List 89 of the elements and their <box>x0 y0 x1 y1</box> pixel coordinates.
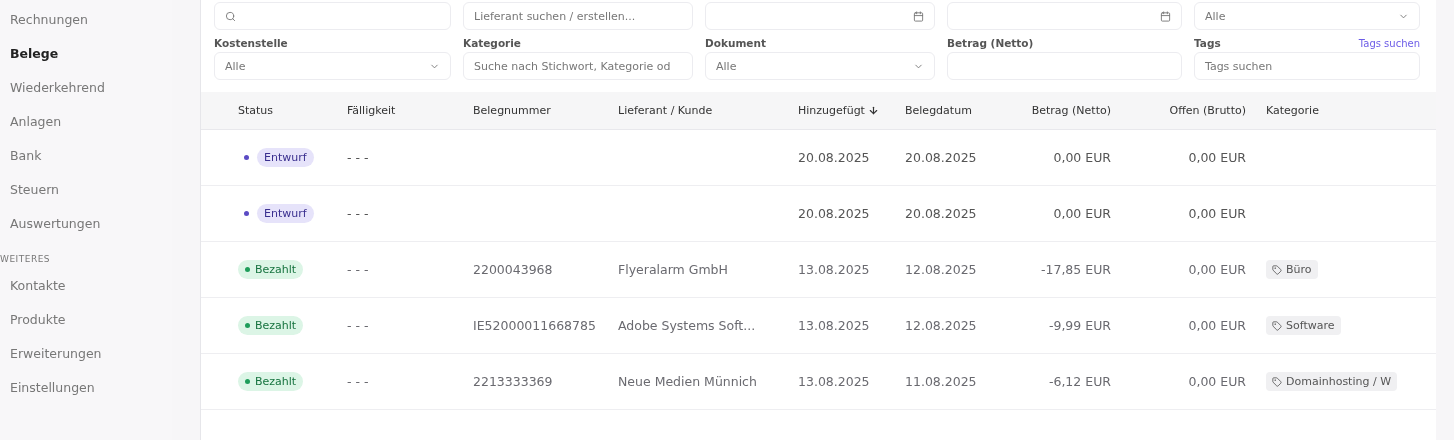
table-cell-text: 20.08.2025 <box>905 206 978 221</box>
sidebar-item[interactable]: Kontakte <box>0 268 172 302</box>
column-header[interactable]: Belegnummer <box>473 104 618 117</box>
table-cell-text: 0,00 EUR <box>1187 150 1246 165</box>
field-label: Kostenstelle <box>214 37 288 49</box>
tags-link[interactable]: Tags suchen <box>1358 37 1420 49</box>
table-cell-text: 20.08.2025 <box>798 150 871 165</box>
select-field[interactable]: Alle <box>705 52 935 80</box>
column-header[interactable]: Hinzugefügt <box>798 104 905 117</box>
table-cell-text: Flyeralarm GmbH <box>618 262 729 277</box>
table-cell-text: -6,12 EUR <box>1047 374 1111 389</box>
table-cell-text: 0,00 EUR <box>1187 374 1246 389</box>
column-header[interactable]: Fälligkeit <box>347 104 473 117</box>
table-row[interactable]: Bezahlt - - - IE52000011668785 Adobe Systems Soft... 13.08.2025 12.08.2025 -9,99 EUR 0,00 EUR Software <box>201 298 1436 354</box>
date-field[interactable] <box>947 2 1182 30</box>
table-cell-text: 12.08.2025 <box>905 318 978 333</box>
column-header[interactable]: Status <box>238 104 347 117</box>
search-icon <box>225 10 236 22</box>
tags-field[interactable]: Tags suchen <box>1194 52 1420 80</box>
sidebar-section-label: WEITERES <box>0 253 52 266</box>
sidebar-item[interactable]: Erweiterungen <box>0 336 172 370</box>
table-cell-text: 20.08.2025 <box>905 150 978 165</box>
table-cell-text: 2213333369 <box>473 374 554 389</box>
status-badge: Bezahlt <box>238 260 304 279</box>
table-cell-text: 0,00 EUR <box>1052 206 1111 221</box>
table-cell-text: - - - <box>347 150 370 165</box>
column-header[interactable]: Lieferant / Kunde <box>618 104 798 117</box>
sidebar-item[interactable]: Belege <box>0 36 172 70</box>
table-cell-text: - - - <box>347 374 370 389</box>
column-header[interactable]: Offen (Brutto) <box>1111 104 1246 117</box>
sidebar-item[interactable]: Anlagen <box>0 104 172 138</box>
field-label: Kategorie <box>463 37 521 49</box>
table-cell-text: - - - <box>347 206 370 221</box>
table-cell-text: 0,00 EUR <box>1052 150 1111 165</box>
status-badge: Entwurf <box>257 204 314 223</box>
calendar-icon <box>1160 10 1171 22</box>
table-cell-text: 20.08.2025 <box>798 206 871 221</box>
column-header[interactable]: Betrag (Netto) <box>1021 104 1111 117</box>
sidebar-item[interactable]: Rechnungen <box>0 2 172 36</box>
table-cell-text: 13.08.2025 <box>798 318 871 333</box>
calendar-icon <box>913 10 924 22</box>
table-cell-text: 13.08.2025 <box>798 374 871 389</box>
table-cell-text: 0,00 EUR <box>1187 262 1246 277</box>
tag-icon <box>1272 376 1282 387</box>
select-field[interactable]: Alle <box>1194 2 1420 30</box>
table-cell-text: 2200043968 <box>473 262 554 277</box>
table-cell-text: 11.08.2025 <box>905 374 978 389</box>
tag-icon <box>1272 264 1282 275</box>
sidebar-item[interactable]: Steuern <box>0 172 172 206</box>
sidebar-item[interactable]: Auswertungen <box>0 206 172 240</box>
table-cell-text: -17,85 EUR <box>1040 262 1111 277</box>
column-header[interactable]: Kategorie <box>1246 104 1436 117</box>
table-row[interactable]: Bezahlt - - - 2200043968 Flyeralarm GmbH 13.08.2025 12.08.2025 -17,85 EUR 0,00 EUR Büro <box>201 242 1436 298</box>
table-row[interactable]: Entwurf - - - 20.08.2025 20.08.2025 0,00 EUR 0,00 EUR <box>201 130 1436 186</box>
sidebar-item[interactable]: Produkte <box>0 302 172 336</box>
table-cell-text: 0,00 EUR <box>1187 206 1246 221</box>
table-row[interactable]: Bezahlt - - - 2213333369 Neue Medien Münnich 13.08.2025 11.08.2025 -6,12 EUR 0,00 EUR Domainhosting / W <box>201 354 1436 410</box>
table-cell-text: - - - <box>347 318 370 333</box>
status-dot <box>244 155 249 160</box>
table-cell-text: IE52000011668785 <box>473 318 597 333</box>
sort-arrow-icon <box>867 105 879 116</box>
field-label: Dokument <box>705 37 766 49</box>
table-row[interactable]: Entwurf - - - 20.08.2025 20.08.2025 0,00 EUR 0,00 EUR <box>201 186 1436 242</box>
field-label: Tags <box>1194 37 1221 49</box>
date-field[interactable] <box>705 2 935 30</box>
table-cell-text: - - - <box>347 262 370 277</box>
status-badge: Bezahlt <box>238 372 304 391</box>
table-cell-text: -9,99 EUR <box>1047 318 1111 333</box>
column-header[interactable]: Belegdatum <box>905 104 1021 117</box>
tag-icon <box>1272 320 1282 331</box>
table-cell-text: 13.08.2025 <box>798 262 871 277</box>
category-tag: Domainhosting / W <box>1266 372 1397 391</box>
search-field[interactable] <box>214 2 451 30</box>
select-field[interactable]: Alle <box>214 52 451 80</box>
table-cell-text: 0,00 EUR <box>1187 318 1246 333</box>
text-field[interactable]: Suche nach Stichwort, Kategorie od <box>463 52 693 80</box>
table-cell-text: 12.08.2025 <box>905 262 978 277</box>
category-tag: Büro <box>1266 260 1318 279</box>
sidebar-item[interactable]: Einstellungen <box>0 370 172 404</box>
table-cell-text: Neue Medien Münnich <box>618 374 758 389</box>
table-cell-text: Adobe Systems Soft... <box>618 318 757 333</box>
status-badge: Entwurf <box>257 148 314 167</box>
text-field[interactable]: Lieferant suchen / erstellen... <box>463 2 693 30</box>
sidebar-item[interactable]: Wiederkehrend <box>0 70 172 104</box>
status-badge: Bezahlt <box>238 316 304 335</box>
status-dot <box>244 211 249 216</box>
sidebar-item[interactable]: Bank <box>0 138 172 172</box>
field-label: Betrag (Netto) <box>947 37 1034 49</box>
category-tag: Software <box>1266 316 1341 335</box>
